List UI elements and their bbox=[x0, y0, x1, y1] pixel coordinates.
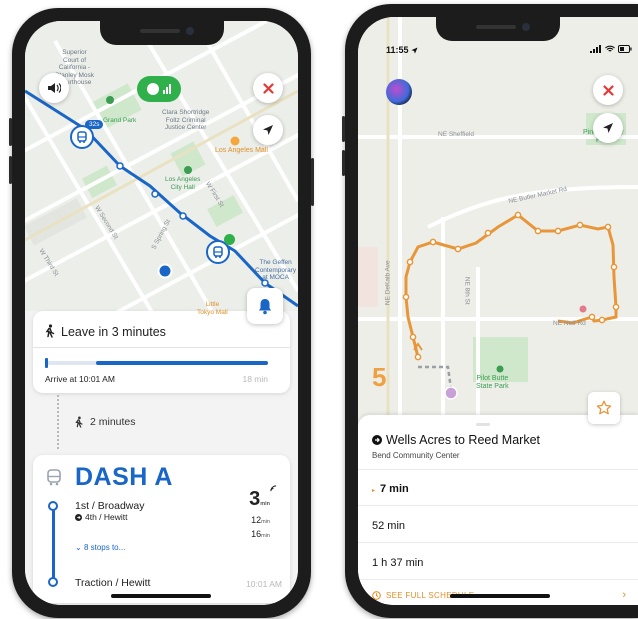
close-icon bbox=[602, 84, 614, 96]
home-indicator[interactable] bbox=[450, 594, 550, 598]
chevron-right-icon[interactable]: › bbox=[622, 589, 626, 601]
cellular-signal-icon bbox=[590, 45, 601, 53]
map-label-little-tokyo: Little Tokyo Mall bbox=[197, 301, 228, 316]
locate-button[interactable] bbox=[253, 115, 283, 145]
right-phone: 11:55 Pino NE Sheffield NE Butler Market… bbox=[342, 4, 638, 618]
route-name: DASH A bbox=[75, 463, 173, 491]
realtime-icon bbox=[270, 485, 277, 492]
battery-icon bbox=[618, 45, 632, 53]
route-sheet: Wells Acres to Reed Market Bend Communit… bbox=[358, 415, 638, 605]
transit-card[interactable]: DASH A 1st / Broadway 4th / Hewitt ⌄ 8 s… bbox=[33, 455, 290, 603]
notch bbox=[99, 21, 224, 45]
volume-up-button bbox=[9, 118, 12, 146]
stops-expand-link[interactable]: ⌄ 8 stops to... bbox=[75, 543, 125, 552]
route-map[interactable] bbox=[358, 17, 638, 417]
speaker-icon bbox=[48, 83, 61, 93]
divider bbox=[33, 347, 290, 348]
departure-3[interactable]: 1 h 37 min bbox=[372, 557, 423, 569]
arrive-time: Arrive at 10:01 AM bbox=[45, 374, 115, 384]
origin-direction: 4th / Hewitt bbox=[75, 512, 128, 522]
star-icon bbox=[596, 400, 612, 415]
crowding-indicator[interactable] bbox=[137, 76, 181, 102]
bus-icon bbox=[77, 131, 87, 143]
leave-title: Leave in 3 minutes bbox=[61, 325, 166, 339]
walk-path-dots bbox=[57, 395, 59, 449]
walk-step: 2 minutes bbox=[74, 416, 136, 428]
route-number: 5 bbox=[372, 362, 387, 392]
trip-duration: 18 min bbox=[242, 374, 268, 384]
next-departure: 3min bbox=[249, 488, 270, 510]
trip-progress-fill bbox=[96, 361, 268, 365]
sheet-handle[interactable] bbox=[476, 423, 490, 426]
destination-stop: Traction / Hewitt bbox=[75, 577, 151, 589]
trip-progress-bar bbox=[45, 358, 268, 368]
bus-eta-badge: 32s bbox=[85, 120, 104, 129]
locate-button[interactable] bbox=[593, 113, 623, 143]
left-screen: Superior Court of California - Stanley Mosk… bbox=[25, 21, 298, 605]
side-button bbox=[311, 158, 314, 206]
left-phone: Superior Court of California - Stanley Mosk… bbox=[9, 8, 314, 618]
divider bbox=[358, 505, 638, 506]
sound-button[interactable] bbox=[39, 73, 69, 103]
clock-icon bbox=[372, 591, 381, 600]
happy-face-icon bbox=[147, 83, 159, 95]
later-departure: 16min bbox=[251, 529, 270, 539]
walk-duration: 2 minutes bbox=[90, 416, 136, 428]
alert-button[interactable] bbox=[247, 288, 283, 324]
volume-down-button bbox=[342, 150, 345, 176]
bell-icon bbox=[259, 298, 271, 314]
departure-2[interactable]: 52 min bbox=[372, 520, 405, 532]
happy-face-icon bbox=[224, 234, 235, 245]
map-label-grand-park: Grand Park bbox=[103, 117, 137, 124]
close-icon bbox=[262, 82, 274, 94]
following-departure: 12min bbox=[251, 515, 270, 525]
siri-icon[interactable] bbox=[386, 79, 412, 105]
next-departures: 3min 12min 16min bbox=[249, 485, 277, 542]
close-button[interactable] bbox=[593, 75, 623, 105]
direction-arrow-icon bbox=[372, 435, 382, 445]
notch bbox=[436, 17, 560, 41]
departure-1[interactable]: 7 min bbox=[380, 483, 409, 495]
divider bbox=[358, 469, 638, 470]
wifi-icon bbox=[605, 45, 615, 52]
realtime-caret-icon: ▸ bbox=[372, 488, 376, 494]
status-time: 11:55 bbox=[386, 45, 418, 55]
map-label-neff: NE Neff Rd bbox=[553, 320, 586, 327]
direction-arrow-icon bbox=[75, 513, 82, 521]
stop-name: Bend Community Center bbox=[372, 451, 460, 460]
favorite-button[interactable] bbox=[588, 392, 620, 424]
map-label-pilot-butte: Pilot Butte State Park bbox=[476, 375, 509, 390]
trip-sheet: Leave in 3 minutes Arrive at 10:01 AM 18… bbox=[25, 311, 298, 605]
bus-icon bbox=[47, 469, 61, 486]
location-services-icon bbox=[410, 46, 418, 54]
close-button[interactable] bbox=[253, 73, 283, 103]
volume-down-button bbox=[9, 156, 12, 184]
walking-icon bbox=[75, 416, 83, 428]
right-screen: 11:55 Pino NE Sheffield NE Butler Market… bbox=[358, 17, 638, 605]
status-icons bbox=[590, 45, 632, 53]
divider bbox=[358, 579, 638, 580]
route-line bbox=[52, 508, 55, 582]
divider bbox=[358, 542, 638, 543]
origin-stop-dot bbox=[48, 501, 58, 511]
chevron-down-icon: ⌄ bbox=[75, 543, 84, 552]
map-label-geffen: The Geffen Contemporary at MOCA bbox=[255, 259, 297, 281]
map-label-dekalb: NE DeKalb Ave bbox=[384, 260, 392, 306]
map-label-justice-center: Clara Shortridge Foltz Criminal Justice Ce… bbox=[162, 109, 210, 131]
map-label-la-mall: Los Angeles Mall bbox=[215, 147, 268, 154]
route-title: Wells Acres to Reed Market bbox=[372, 433, 540, 447]
signal-bars-icon bbox=[163, 84, 171, 94]
destination-time: 10:01 AM bbox=[246, 579, 282, 589]
walking-icon bbox=[45, 324, 55, 338]
volume-up-button bbox=[342, 116, 345, 142]
location-arrow-icon bbox=[263, 125, 273, 135]
bus-icon bbox=[213, 246, 223, 258]
location-arrow-icon bbox=[603, 123, 613, 133]
map-label-city-hall: Los Angeles City Hall bbox=[165, 176, 201, 191]
map-label-sheffield: NE Sheffield bbox=[438, 131, 475, 138]
map-label-8th: NE 8th St bbox=[463, 276, 471, 305]
destination-stop-dot bbox=[48, 577, 58, 587]
home-indicator[interactable] bbox=[111, 594, 211, 598]
origin-stop: 1st / Broadway bbox=[75, 500, 145, 512]
